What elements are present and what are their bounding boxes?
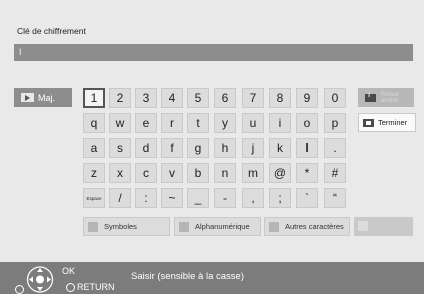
- key-row4-4[interactable]: b: [187, 163, 209, 183]
- checkbox-icon: [88, 221, 98, 232]
- key-row2-8[interactable]: o: [296, 113, 318, 133]
- key-row5-3[interactable]: ~: [161, 188, 183, 208]
- return-label: RETURN: [77, 282, 115, 292]
- mode-label: Alphanumérique: [195, 222, 250, 231]
- finish-label: Terminer: [378, 118, 408, 127]
- input-value: I: [19, 47, 22, 57]
- key-row4-7[interactable]: @: [269, 163, 291, 183]
- pause-icon: [365, 93, 376, 102]
- mode-other-chars-button[interactable]: Autres caractères: [264, 217, 350, 236]
- shift-button[interactable]: Maj.: [14, 88, 72, 107]
- key-row3-2[interactable]: d: [135, 138, 157, 158]
- key-row1-8[interactable]: 9: [296, 88, 318, 108]
- key-row1-2[interactable]: 3: [135, 88, 157, 108]
- key-row1-0[interactable]: 1: [83, 88, 105, 108]
- key-row3-0[interactable]: a: [83, 138, 105, 158]
- key-row2-0[interactable]: q: [83, 113, 105, 133]
- key-row3-8[interactable]: l: [296, 138, 318, 158]
- key-row2-1[interactable]: w: [109, 113, 131, 133]
- stop-icon: [363, 118, 374, 127]
- key-row2-9[interactable]: p: [324, 113, 346, 133]
- key-row4-6[interactable]: m: [242, 163, 264, 183]
- key-row5-7[interactable]: ;: [269, 188, 291, 208]
- input-hint: Saisir (sensible à la casse): [131, 271, 244, 282]
- key-row1-1[interactable]: 2: [109, 88, 131, 108]
- key-row1-6[interactable]: 7: [242, 88, 264, 108]
- key-row4-0[interactable]: z: [83, 163, 105, 183]
- mode-label: Autres caractères: [285, 222, 344, 231]
- checkbox-icon: [269, 221, 279, 232]
- key-row4-3[interactable]: v: [161, 163, 183, 183]
- key-row3-7[interactable]: k: [269, 138, 291, 158]
- finish-button[interactable]: Terminer: [358, 113, 416, 132]
- key-row4-8[interactable]: *: [296, 163, 318, 183]
- key-row1-5[interactable]: 6: [214, 88, 236, 108]
- checkbox-icon: [179, 221, 189, 232]
- key-row3-5[interactable]: h: [214, 138, 236, 158]
- key-row2-7[interactable]: i: [269, 113, 291, 133]
- key-row3-6[interactable]: j: [242, 138, 264, 158]
- key-row3-4[interactable]: g: [187, 138, 209, 158]
- key-row3-1[interactable]: s: [109, 138, 131, 158]
- blank-button: [354, 217, 413, 236]
- key-row5-4[interactable]: _: [187, 188, 209, 208]
- checkbox-icon: [358, 221, 368, 231]
- key-row1-9[interactable]: 0: [324, 88, 346, 108]
- key-row4-1[interactable]: x: [109, 163, 131, 183]
- circle-icon: [66, 282, 75, 292]
- key-row5-6[interactable]: ,: [242, 188, 264, 208]
- key-row5-2[interactable]: :: [135, 188, 157, 208]
- key-row2-6[interactable]: u: [242, 113, 264, 133]
- dialog-title: Clé de chiffrement: [17, 26, 86, 36]
- key-row5-1[interactable]: /: [109, 188, 131, 208]
- key-row1-3[interactable]: 4: [161, 88, 183, 108]
- backspace-label: Retour arrière: [380, 91, 399, 104]
- key-row2-4[interactable]: t: [187, 113, 209, 133]
- key-row4-2[interactable]: c: [135, 163, 157, 183]
- dpad-icon: [26, 266, 54, 293]
- key-row3-3[interactable]: f: [161, 138, 183, 158]
- key-row2-3[interactable]: r: [161, 113, 183, 133]
- mode-alphanumeric-button[interactable]: Alphanumérique: [174, 217, 261, 236]
- key-row2-5[interactable]: y: [214, 113, 236, 133]
- key-row5-0[interactable]: Espace: [83, 188, 105, 208]
- shift-label: Maj.: [38, 92, 56, 103]
- key-row5-5[interactable]: -: [214, 188, 236, 208]
- key-row4-5[interactable]: n: [214, 163, 236, 183]
- backspace-button[interactable]: Retour arrière: [358, 88, 414, 107]
- key-row4-9[interactable]: #: [324, 163, 346, 183]
- key-row2-2[interactable]: e: [135, 113, 157, 133]
- key-row1-4[interactable]: 5: [187, 88, 209, 108]
- key-row3-9[interactable]: .: [324, 138, 346, 158]
- encryption-key-field[interactable]: I: [14, 44, 413, 61]
- play-icon: [21, 93, 34, 102]
- key-row1-7[interactable]: 8: [269, 88, 291, 108]
- mode-label: Symboles: [104, 222, 137, 231]
- mode-symbols-button[interactable]: Symboles: [83, 217, 170, 236]
- ok-label: OK: [62, 266, 76, 276]
- key-row5-9[interactable]: “: [324, 188, 346, 208]
- return-hint: RETURN: [66, 282, 115, 292]
- key-row5-8[interactable]: `: [296, 188, 318, 208]
